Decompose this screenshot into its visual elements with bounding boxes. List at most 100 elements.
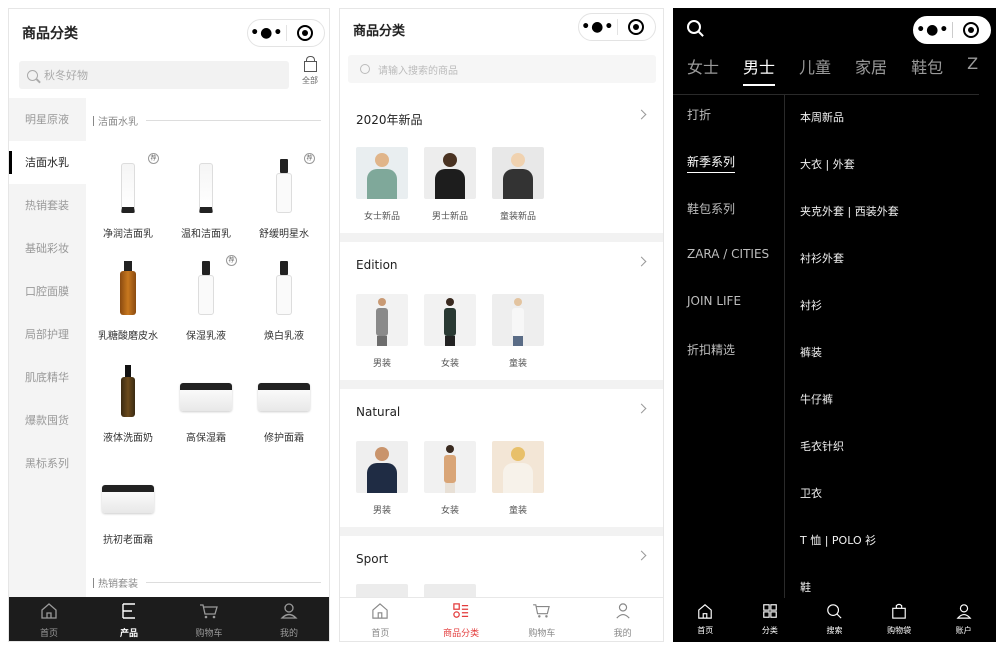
subcategory-item[interactable]: 衬衫外套 <box>800 250 899 297</box>
top-tabs: 女士 男士 儿童 家居 鞋包 Z <box>687 54 996 86</box>
tab-shoes-bags[interactable]: 鞋包 <box>911 54 943 86</box>
product-item[interactable]: 乳糖酸磨皮水 <box>89 249 167 351</box>
product-item[interactable]: 修护面霜 <box>245 351 323 453</box>
tab-men[interactable]: 男士 <box>743 54 776 86</box>
search-icon[interactable] <box>687 20 701 34</box>
search-placeholder: 秋冬好物 <box>44 69 88 82</box>
more-icon[interactable]: •●• <box>579 19 617 35</box>
tab-label: 产品 <box>119 629 138 639</box>
tab-label: 分类 <box>761 626 778 635</box>
tab-kids[interactable]: 儿童 <box>799 54 831 86</box>
more-icon[interactable]: •●• <box>248 25 286 41</box>
bag-icon <box>892 603 906 619</box>
category-item[interactable]: 童装新品 <box>492 147 544 222</box>
product-item[interactable]: 荐 净润洁面乳 <box>89 147 167 249</box>
thumbnail <box>356 294 408 346</box>
category-card[interactable]: 2020年新品 女士新品 男士新品 童装新品 <box>340 95 663 233</box>
menu-item[interactable]: 鞋包系列 <box>687 200 769 247</box>
tab-more[interactable]: Z <box>967 54 978 86</box>
tab-women[interactable]: 女士 <box>687 54 719 86</box>
sidebar-item[interactable]: 明星原液 <box>9 98 86 141</box>
subcategory-item[interactable]: T 恤 | POLO 衫 <box>800 532 899 579</box>
tab-label: 我的 <box>613 629 632 639</box>
sidebar-item[interactable]: 口腔面膜 <box>9 270 86 313</box>
category-card[interactable]: Edition 男装 女装 童装 <box>340 242 663 380</box>
subcategory-item[interactable]: 本周新品 <box>800 109 899 156</box>
sidebar-item-active[interactable]: 洁面水乳 <box>9 141 86 184</box>
subcategory-item[interactable]: 牛仔裤 <box>800 391 899 438</box>
sidebar-item[interactable]: 基础彩妆 <box>9 227 86 270</box>
product-item[interactable]: 高保湿霜 <box>167 351 245 453</box>
tab-cart[interactable]: 购物车 <box>169 597 249 641</box>
tab-home[interactable]: 首页 <box>673 598 738 642</box>
category-item[interactable]: 女装 <box>424 441 476 516</box>
sidebar-item[interactable]: 肌底精华 <box>9 356 86 399</box>
tab-products[interactable]: 产品 <box>89 597 169 641</box>
close-target-icon[interactable] <box>286 25 324 41</box>
product-item[interactable]: 温和洁面乳 <box>167 147 245 249</box>
skincare-category-screen: 商品分类 •●• 秋冬好物 全部 明星原液 洁面水乳 热销套装 基础彩妆 口腔面… <box>8 8 330 642</box>
close-target-icon[interactable] <box>952 22 990 38</box>
product-item[interactable]: 荐 舒缓明星水 <box>245 147 323 249</box>
category-item[interactable]: 男装 <box>356 294 408 369</box>
product-item[interactable]: 焕白乳液 <box>245 249 323 351</box>
chevron-right-icon <box>636 256 647 267</box>
subcategory-item[interactable]: 毛衣针织 <box>800 438 899 485</box>
tab-search[interactable]: 搜索 <box>802 598 867 642</box>
close-target-icon[interactable] <box>617 19 655 35</box>
category-item[interactable]: 女士新品 <box>356 147 408 222</box>
tab-home[interactable]: 家居 <box>855 54 887 86</box>
tab-label: 首页 <box>697 626 714 635</box>
sidebar-item[interactable]: 热销套装 <box>9 184 86 227</box>
category-item[interactable]: 童装 <box>492 294 544 369</box>
thumbnail <box>492 147 544 199</box>
product-name: 焕白乳液 <box>264 331 304 342</box>
subcategory-item[interactable]: 裤装 <box>800 344 899 391</box>
search-input[interactable]: 请输入搜索的商品 <box>348 55 656 83</box>
tab-cart[interactable]: 购物车 <box>502 598 583 641</box>
product-image <box>245 249 323 319</box>
subcategory-list: 本周新品 大衣 | 外套 夹克外套 | 西装外套 衬衫外套 衬衫 裤装 牛仔裤 … <box>800 109 899 626</box>
product-item[interactable]: 荐 保湿乳液 <box>167 249 245 351</box>
home-icon <box>698 604 713 619</box>
tab-mine[interactable]: 我的 <box>582 598 663 641</box>
sidebar-item[interactable]: 黑标系列 <box>9 442 86 485</box>
item-label: 男士新品 <box>431 212 468 222</box>
more-icon[interactable]: •●• <box>914 22 952 38</box>
subcategory-item[interactable]: 夹克外套 | 西装外套 <box>800 203 899 250</box>
menu-item[interactable]: ZARA / CITIES <box>687 247 769 294</box>
item-label: 女士新品 <box>363 212 400 222</box>
menu-item-active[interactable]: 新季系列 <box>687 153 769 200</box>
subcategory-item[interactable]: 大衣 | 外套 <box>800 156 899 203</box>
tab-account[interactable]: 账户 <box>931 598 996 642</box>
thumbnail <box>424 147 476 199</box>
menu-item[interactable]: 打折 <box>687 106 769 153</box>
category-card[interactable]: Sport <box>340 536 663 606</box>
menu-item[interactable]: JOIN LIFE <box>687 294 769 341</box>
category-item[interactable]: 男士新品 <box>424 147 476 222</box>
product-item[interactable]: 抗初老面霜 <box>89 453 167 555</box>
tab-category[interactable]: 分类 <box>738 598 803 642</box>
tab-bag[interactable]: 购物袋 <box>867 598 932 642</box>
tab-home[interactable]: 首页 <box>9 597 89 641</box>
subcategory-item[interactable]: 卫衣 <box>800 485 899 532</box>
product-image <box>89 249 167 319</box>
all-button[interactable]: 全部 <box>296 56 324 86</box>
product-image <box>167 147 245 217</box>
tab-label: 购物袋 <box>887 626 912 635</box>
category-card[interactable]: Natural 男装 女装 童装 <box>340 389 663 527</box>
tab-home[interactable]: 首页 <box>340 598 421 641</box>
item-label: 男装 <box>372 359 391 369</box>
user-icon <box>280 603 298 619</box>
tab-category[interactable]: 商品分类 <box>421 598 502 641</box>
sidebar-item[interactable]: 爆款囤货 <box>9 399 86 442</box>
category-item[interactable]: 女装 <box>424 294 476 369</box>
search-input[interactable]: 秋冬好物 <box>19 61 289 89</box>
menu-item[interactable]: 折扣精选 <box>687 341 769 388</box>
tab-mine[interactable]: 我的 <box>249 597 329 641</box>
category-item[interactable]: 童装 <box>492 441 544 516</box>
sidebar-item[interactable]: 局部护理 <box>9 313 86 356</box>
subcategory-item[interactable]: 衬衫 <box>800 297 899 344</box>
product-item[interactable]: 液体洗面奶 <box>89 351 167 453</box>
category-item[interactable]: 男装 <box>356 441 408 516</box>
